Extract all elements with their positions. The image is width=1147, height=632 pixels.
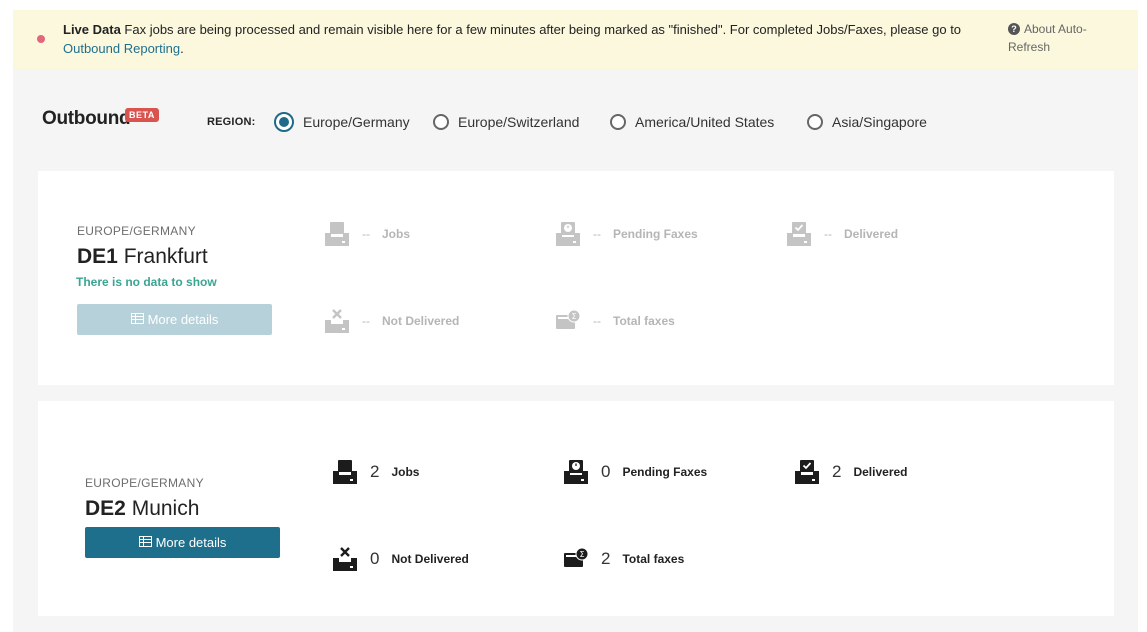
not-delivered-icon — [332, 546, 358, 572]
stat-total-faxes: Σ 2 Total faxes — [563, 544, 684, 574]
site-code: DE2 — [85, 497, 126, 520]
stat-value: 2 — [601, 549, 611, 568]
region-option-label: America/United States — [635, 114, 775, 130]
site-region: EUROPE/GERMANY — [85, 476, 204, 490]
site-card-de1: EUROPE/GERMANY DE1 Frankfurt There is no… — [38, 171, 1114, 385]
about-line2: Refresh — [1008, 40, 1051, 54]
pending-icon — [563, 459, 589, 485]
stat-label: Jobs — [382, 227, 411, 241]
stat-value: -- — [824, 227, 832, 241]
not-delivered-icon — [324, 308, 350, 334]
button-label: More details — [147, 312, 219, 327]
stat-jobs: -- Jobs — [324, 219, 410, 249]
stat-label: Not Delivered — [382, 314, 460, 328]
delivered-icon — [786, 221, 812, 247]
page-title: Outbound — [42, 108, 131, 129]
stat-value: -- — [593, 227, 601, 241]
site-city: Munich — [131, 497, 200, 520]
region-option-label: Europe/Germany — [303, 114, 410, 130]
beta-badge: BETA — [125, 108, 159, 122]
tray-icon — [332, 459, 358, 485]
stat-label: Total faxes — [613, 314, 675, 328]
svg-text:Σ: Σ — [579, 550, 584, 559]
region-radio-america-united-states[interactable]: America/United States — [610, 112, 774, 132]
site-name: DE1 Frankfurt — [77, 245, 208, 269]
radio-button[interactable] — [433, 114, 449, 130]
region-label: REGION: — [207, 116, 256, 128]
table-icon — [130, 312, 144, 327]
more-details-button[interactable]: More details — [85, 527, 280, 558]
stat-pending-faxes: -- Pending Faxes — [555, 219, 698, 249]
radio-button-selected[interactable] — [274, 112, 294, 132]
button-label: More details — [155, 535, 227, 550]
svg-text:Σ: Σ — [571, 312, 576, 321]
about-auto-refresh-link[interactable]: ? About Auto- Refresh — [1008, 20, 1118, 56]
pending-icon — [555, 221, 581, 247]
live-data-banner: Live Data Fax jobs are being processed a… — [13, 10, 1138, 69]
stat-value: 0 — [370, 549, 380, 568]
stat-label: Total faxes — [622, 552, 685, 566]
stat-value: -- — [362, 227, 370, 241]
stat-total-faxes: Σ -- Total faxes — [555, 306, 675, 336]
tray-icon — [324, 221, 350, 247]
site-city: Frankfurt — [123, 245, 208, 268]
stat-label: Delivered — [844, 227, 899, 241]
stat-label: Jobs — [391, 465, 420, 479]
outbound-reporting-link[interactable]: Outbound Reporting — [63, 41, 180, 56]
region-radio-asia-singapore[interactable]: Asia/Singapore — [807, 112, 927, 132]
stat-label: Pending Faxes — [613, 227, 698, 241]
site-card-de2: EUROPE/GERMANY DE2 Munich More details 2… — [38, 401, 1114, 616]
region-option-label: Europe/Switzerland — [458, 114, 580, 130]
about-line1: About Auto- — [1024, 22, 1087, 36]
table-icon — [138, 535, 152, 550]
stat-delivered: 2 Delivered — [794, 457, 908, 487]
stat-value: 2 — [370, 462, 380, 481]
stat-pending-faxes: 0 Pending Faxes — [563, 457, 707, 487]
stat-label: Pending Faxes — [622, 465, 708, 479]
site-region: EUROPE/GERMANY — [77, 224, 196, 238]
banner-suffix: . — [180, 41, 184, 56]
live-indicator-dot — [37, 35, 45, 43]
banner-message: Live Data Fax jobs are being processed a… — [63, 20, 968, 58]
stat-value: -- — [593, 314, 601, 328]
region-radio-europe-switzerland[interactable]: Europe/Switzerland — [433, 112, 579, 132]
stat-jobs: 2 Jobs — [332, 457, 419, 487]
stat-value: 0 — [601, 462, 611, 481]
help-icon: ? — [1008, 23, 1020, 35]
stat-label: Not Delivered — [391, 552, 469, 566]
site-name: DE2 Munich — [85, 497, 199, 521]
delivered-icon — [794, 459, 820, 485]
radio-button[interactable] — [807, 114, 823, 130]
no-data-message: There is no data to show — [76, 275, 217, 289]
stat-not-delivered: -- Not Delivered — [324, 306, 459, 336]
stat-not-delivered: 0 Not Delivered — [332, 544, 469, 574]
stat-label: Delivered — [853, 465, 908, 479]
site-code: DE1 — [77, 245, 118, 268]
stat-value: -- — [362, 314, 370, 328]
radio-button[interactable] — [610, 114, 626, 130]
region-option-label: Asia/Singapore — [832, 114, 927, 130]
stat-delivered: -- Delivered — [786, 219, 898, 249]
total-faxes-icon: Σ — [563, 546, 589, 572]
banner-title: Live Data — [63, 22, 121, 37]
stat-value: 2 — [832, 462, 842, 481]
banner-body: Fax jobs are being processed and remain … — [120, 22, 962, 37]
total-faxes-icon: Σ — [555, 308, 581, 334]
region-radio-europe-germany[interactable]: Europe/Germany — [274, 112, 410, 132]
more-details-button[interactable]: More details — [77, 304, 272, 335]
